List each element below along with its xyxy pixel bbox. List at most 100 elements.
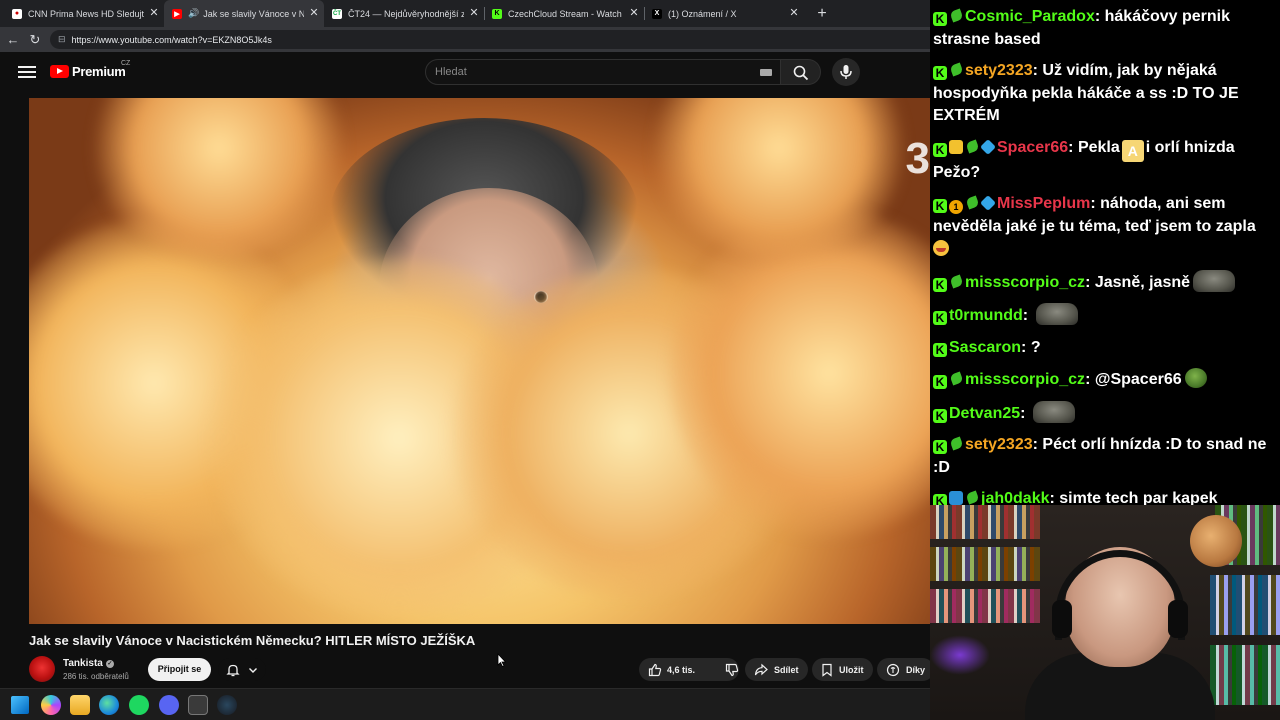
chat-text: simte tech par kapek [1059,490,1218,505]
like-button[interactable]: 4,6 tis. [639,658,704,681]
copilot-icon[interactable] [41,695,61,715]
keyboard-icon[interactable] [760,69,772,76]
join-button[interactable]: Připojit se [148,658,211,681]
like-count: 4,6 tis. [667,664,696,675]
verified-badge-icon[interactable] [949,491,963,505]
speaker-icon[interactable]: 🔊 [188,8,199,19]
chat-username[interactable]: Spacer66 [997,139,1068,156]
save-label: Uložit [839,664,864,675]
tab-title: (1) Oznámení / X [668,8,737,19]
chat-username[interactable]: Sascaron [949,339,1021,356]
subscriber-badge-icon[interactable] [949,437,963,451]
tab-x[interactable]: X (1) Oznámení / X ✕ [644,0,804,27]
discord-icon[interactable] [159,695,179,715]
tab-czechcloud[interactable]: K CzechCloud Stream - Watch Live o ✕ [484,0,644,27]
kick-badge-icon[interactable]: K [933,311,947,325]
file-explorer-icon[interactable] [70,695,90,715]
close-icon[interactable]: ✕ [788,7,800,19]
chat-username[interactable]: Cosmic_Paradox [965,8,1095,25]
chat-username[interactable]: missscorpio_cz [965,274,1085,291]
thanks-label: Díky [906,664,926,675]
back-arrow-icon[interactable]: ← [2,29,24,51]
search-button[interactable] [781,59,821,85]
chat-username[interactable]: Detvan25 [949,405,1020,422]
chat-username[interactable]: t0rmundd [949,307,1023,324]
moderator-badge-icon[interactable] [980,138,996,155]
webcam-feed [930,505,1280,720]
close-icon[interactable]: ✕ [468,7,480,19]
url-field[interactable]: ⊟ https://www.youtube.com/watch?v=EKZN8O… [50,30,930,49]
chat-separator: : [1085,371,1095,388]
spotify-icon[interactable] [129,695,149,715]
headset [1055,550,1185,640]
search-input[interactable]: Hledat [425,59,781,85]
youtube-logo[interactable]: Premium CZ [50,60,130,79]
subscriber-badge-icon[interactable] [965,491,979,505]
kick-badge-icon[interactable]: K [933,408,947,423]
site-info-icon[interactable]: ⊟ [58,34,66,45]
share-button[interactable]: Sdílet [745,658,808,681]
steam-icon[interactable] [217,695,237,715]
menu-icon[interactable] [18,63,36,81]
kick-favicon-icon: K [492,8,502,19]
subscriber-badge-icon[interactable] [965,140,979,154]
kick-badge-icon[interactable]: K [933,375,947,389]
kick-badge-icon[interactable]: K [933,199,947,213]
channel-name[interactable]: Tankista [63,658,103,669]
subscriber-badge-icon[interactable] [949,9,963,23]
channel-name-row[interactable]: Tankista ✓ [63,658,114,669]
tab-ct24[interactable]: ČT ČT24 — Nejdůvěryhodnější zpravo ✕ [324,0,484,27]
turtle-emote-icon [1032,400,1075,423]
save-button[interactable]: Uložit [812,658,873,681]
channel-avatar[interactable] [29,656,55,682]
x-favicon-icon: X [652,8,662,19]
chat-username[interactable]: sety2323 [965,436,1033,453]
video-title: Jak se slavily Vánoce v Nacistickém Něme… [29,633,476,648]
kick-badge-icon[interactable]: K [933,494,947,505]
reload-icon[interactable]: ↻ [24,29,46,51]
thumbs-down-icon [725,663,739,676]
chat-username[interactable]: jah0dakk [981,490,1049,505]
edge-browser-icon[interactable] [99,695,119,715]
bookshelf-left [930,547,1040,581]
notifications-button[interactable] [218,658,266,681]
kick-badge-icon[interactable]: K [933,277,947,292]
chat-message: K 1 MissPeplum: náhoda, ani sem nevěděla j… [933,193,1273,261]
crown-badge-icon[interactable] [949,139,963,154]
chat-username[interactable]: MissPeplum [997,195,1090,212]
kick-badge-icon[interactable]: K [933,142,947,157]
dislike-button[interactable] [716,658,748,681]
globe-decoration [1190,515,1242,567]
ct24-favicon-icon: ČT [332,8,342,19]
like-dislike-group: 4,6 tis. [639,658,739,681]
bookshelf-right [1210,645,1280,705]
subscriber-badge-icon[interactable] [949,275,963,289]
bookshelf-left [930,505,1040,539]
tab-title: CzechCloud Stream - Watch Live o [508,8,624,19]
bell-icon [226,664,240,676]
kick-badge-icon[interactable]: K [933,440,947,454]
voice-search-button[interactable] [832,58,860,86]
close-icon[interactable]: ✕ [308,7,320,19]
calculator-icon[interactable] [188,695,208,715]
video-player[interactable]: 3 [29,98,930,624]
moderator-badge-icon[interactable] [980,195,996,211]
thanks-button[interactable]: Díky [877,658,930,681]
subscriber-badge-icon[interactable] [949,372,963,386]
kick-badge-icon[interactable]: K [933,12,947,26]
kick-badge-icon[interactable]: K [933,66,947,80]
kick-badge-icon[interactable]: K [933,342,947,357]
subscriber-badge-icon[interactable] [949,63,963,77]
subscriber-badge-icon[interactable] [965,196,979,210]
gift-badge-icon[interactable]: 1 [949,200,963,214]
close-icon[interactable]: ✕ [148,7,160,19]
tab-title: Jak se slavily Vánoce v Nacistic [203,8,304,19]
chat-username[interactable]: sety2323 [965,62,1033,79]
verified-icon: ✓ [105,660,114,668]
new-tab-icon[interactable]: + [810,2,834,26]
tab-cnn[interactable]: ● CNN Prima News HD Sledujte na ✕ [4,0,164,27]
close-icon[interactable]: ✕ [628,7,640,19]
chat-username[interactable]: missscorpio_cz [965,371,1085,388]
windows-start-icon[interactable] [11,696,29,714]
tab-youtube[interactable]: ▶ 🔊 Jak se slavily Vánoce v Nacistic ✕ [164,0,324,27]
